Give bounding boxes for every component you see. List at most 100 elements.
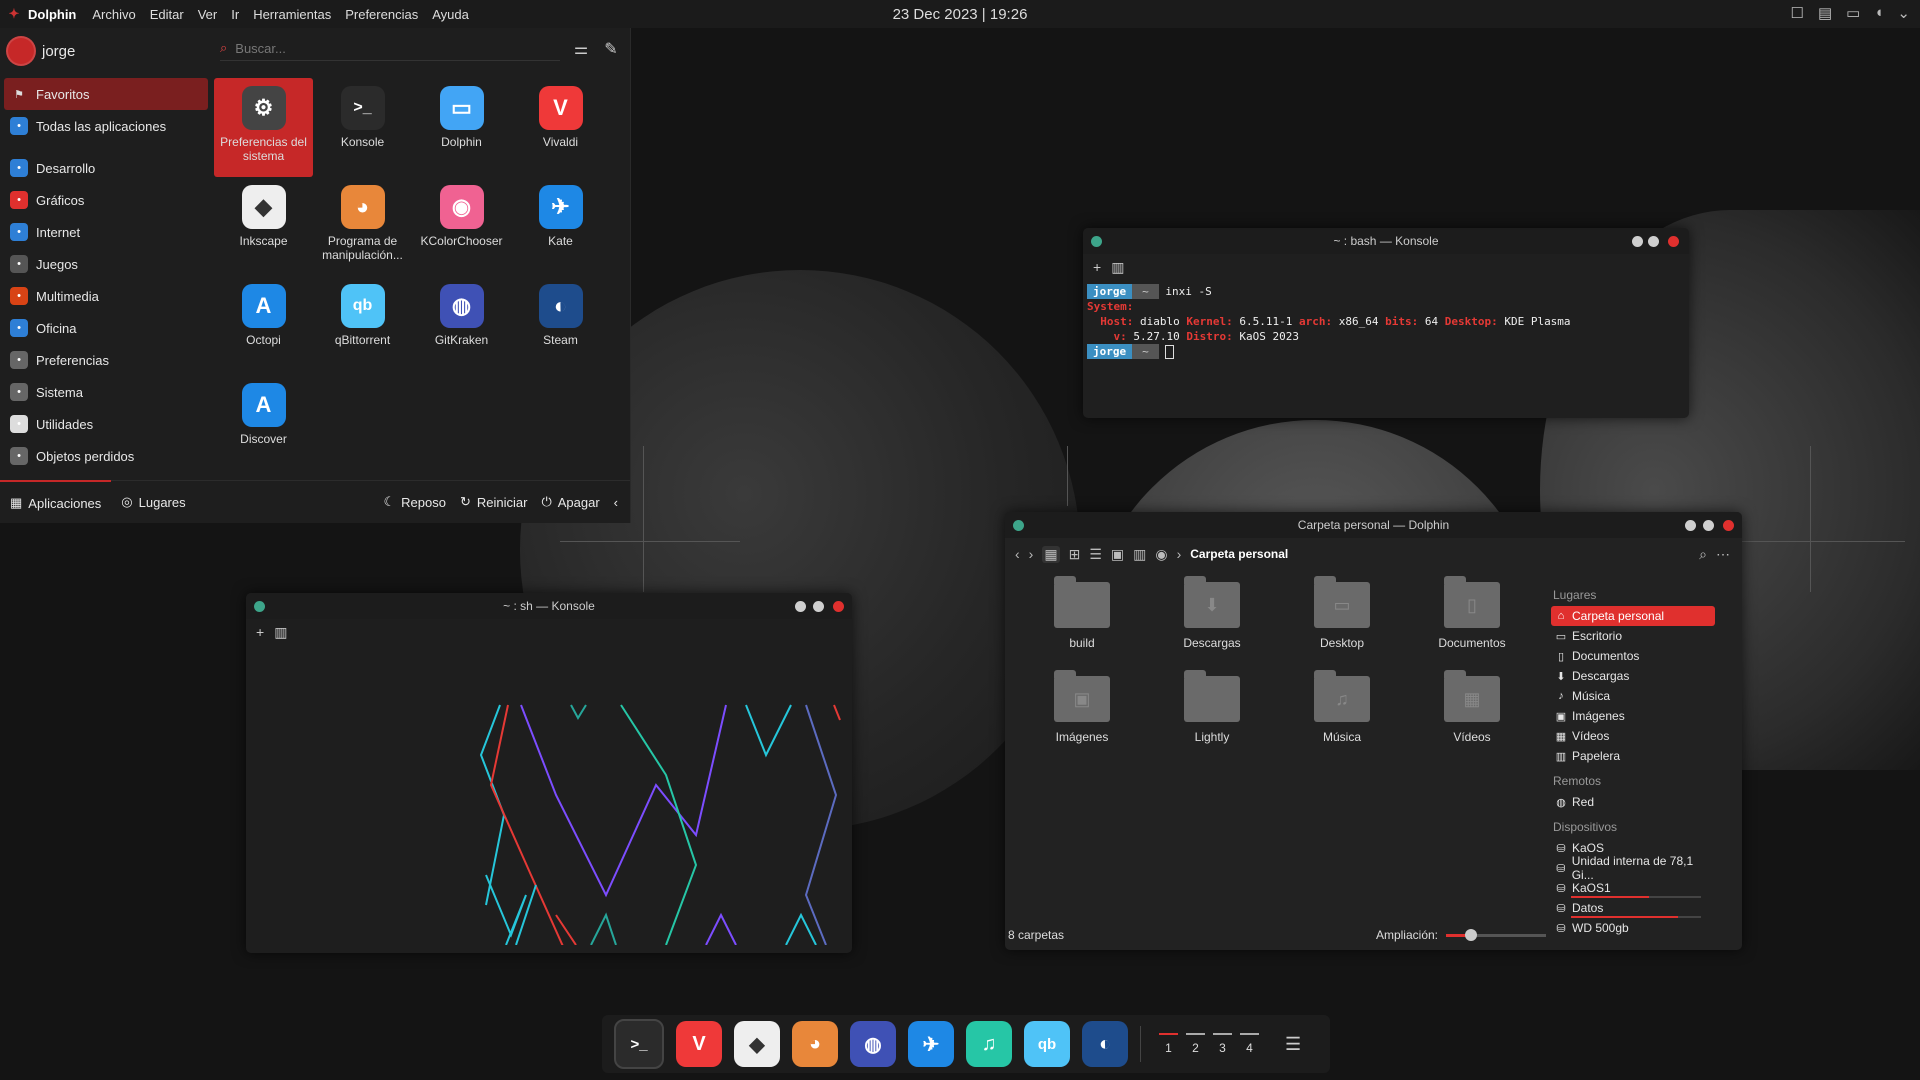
search-field[interactable]: ⌕ Buscar... bbox=[220, 36, 560, 61]
app-item[interactable]: A Discover bbox=[214, 375, 313, 474]
split-view-icon[interactable]: ▥ bbox=[274, 624, 287, 641]
desktop-3[interactable]: 3 bbox=[1213, 1033, 1232, 1055]
places-item[interactable]: ◍ Red bbox=[1551, 792, 1715, 812]
category-item[interactable]: • Todas las aplicaciones bbox=[4, 110, 208, 142]
kate-icon[interactable]: ✈ bbox=[908, 1021, 954, 1067]
maximize-button[interactable] bbox=[1632, 236, 1643, 247]
desktop-2[interactable]: 2 bbox=[1186, 1033, 1205, 1055]
category-item[interactable]: • Juegos bbox=[4, 248, 208, 280]
eye-icon[interactable]: ◉ bbox=[1155, 546, 1167, 563]
notifications-icon[interactable]: ☐ bbox=[1791, 4, 1804, 22]
title-bar[interactable]: ~ : sh — Konsole bbox=[246, 593, 852, 619]
icons-view-icon[interactable]: ▦ bbox=[1042, 545, 1060, 563]
title-bar[interactable]: ~ : bash — Konsole bbox=[1083, 228, 1689, 254]
desktop-1[interactable]: 1 bbox=[1159, 1033, 1178, 1055]
category-item[interactable]: • Oficina bbox=[4, 312, 208, 344]
terminal-output[interactable]: jorge ~ inxi -S System: Host: diablo Kern… bbox=[1083, 280, 1689, 363]
app-item[interactable]: ⚙ Preferencias del sistema bbox=[214, 78, 313, 177]
category-item[interactable]: • Internet bbox=[4, 216, 208, 248]
app-item[interactable]: V Vivaldi bbox=[511, 78, 610, 177]
restart-button[interactable]: ↻ Reiniciar bbox=[460, 494, 527, 510]
folder-item[interactable]: ♫ Música bbox=[1277, 670, 1407, 770]
vivaldi-icon[interactable]: V bbox=[676, 1021, 722, 1067]
breadcrumb[interactable]: Carpeta personal bbox=[1190, 547, 1288, 561]
leave-button[interactable]: ‹ bbox=[614, 495, 618, 510]
app-item[interactable]: qb qBittorrent bbox=[313, 276, 412, 375]
app-item[interactable]: ▭ Dolphin bbox=[412, 78, 511, 177]
menu-4[interactable]: Herramientas bbox=[253, 7, 331, 22]
pin-icon[interactable]: ✎ bbox=[598, 36, 624, 62]
details-view-icon[interactable]: ☰ bbox=[1089, 546, 1102, 563]
qbittorrent-icon[interactable]: qb bbox=[1024, 1021, 1070, 1067]
inkscape-icon[interactable]: ◆ bbox=[734, 1021, 780, 1067]
category-item[interactable]: • Desarrollo bbox=[4, 152, 208, 184]
shutdown-button[interactable]: ⏻ Apagar bbox=[541, 494, 599, 510]
zoom-slider[interactable] bbox=[1446, 928, 1546, 941]
category-item[interactable]: • Preferencias bbox=[4, 344, 208, 376]
places-item[interactable]: ▦ Vídeos bbox=[1551, 726, 1715, 746]
configure-icon[interactable]: ⚌ bbox=[568, 36, 594, 62]
minimize-button[interactable] bbox=[1685, 520, 1696, 531]
maximize-button[interactable] bbox=[813, 601, 824, 612]
split-icon[interactable]: ▥ bbox=[1133, 546, 1146, 563]
category-item[interactable]: • Gráficos bbox=[4, 184, 208, 216]
file-view[interactable]: build ⬇ Descargas ▭ Desktop ▯ Documentos ▣ Imáge… bbox=[1005, 572, 1535, 872]
minimize-button[interactable] bbox=[795, 601, 806, 612]
window-menu-icon[interactable] bbox=[254, 601, 265, 612]
forward-icon[interactable]: › bbox=[1029, 546, 1034, 562]
category-item[interactable]: • Objetos perdidos bbox=[4, 440, 208, 472]
places-item[interactable]: ▯ Documentos bbox=[1551, 646, 1715, 666]
menu-2[interactable]: Ver bbox=[198, 7, 218, 22]
app-item[interactable]: ◐ Steam bbox=[511, 276, 610, 375]
kaos-logo-icon[interactable]: ✦ bbox=[0, 6, 28, 22]
display-icon[interactable]: ▭ bbox=[1846, 4, 1860, 22]
tab-applications[interactable]: ▦ Aplicaciones bbox=[0, 480, 112, 524]
menu-3[interactable]: Ir bbox=[231, 7, 239, 22]
new-tab-icon[interactable]: + bbox=[1093, 259, 1101, 275]
app-item[interactable]: A Octopi bbox=[214, 276, 313, 375]
places-item[interactable]: ▭ Escritorio bbox=[1551, 626, 1715, 646]
places-item[interactable]: ⌂ Carpeta personal bbox=[1551, 606, 1715, 626]
new-tab-icon[interactable]: + bbox=[256, 624, 264, 640]
app-item[interactable]: ◆ Inkscape bbox=[214, 177, 313, 276]
app-item[interactable]: ◕ Programa de manipulación... bbox=[313, 177, 412, 276]
category-item[interactable]: • Multimedia bbox=[4, 280, 208, 312]
desktop-4[interactable]: 4 bbox=[1240, 1033, 1259, 1055]
places-item[interactable]: ⛁ Datos bbox=[1551, 898, 1715, 918]
places-item[interactable]: ▥ Papelera bbox=[1551, 746, 1715, 766]
clipboard-icon[interactable]: ▤ bbox=[1818, 4, 1832, 22]
back-icon[interactable]: ‹ bbox=[1015, 546, 1020, 562]
folder-item[interactable]: build bbox=[1017, 576, 1147, 676]
preview-icon[interactable]: ▣ bbox=[1111, 546, 1124, 563]
search-icon[interactable]: ⌕ bbox=[1699, 546, 1707, 563]
menu-1[interactable]: Editar bbox=[150, 7, 184, 22]
folder-item[interactable]: Lightly bbox=[1147, 670, 1277, 770]
search-input[interactable]: Buscar... bbox=[235, 41, 286, 56]
folder-item[interactable]: ⬇ Descargas bbox=[1147, 576, 1277, 676]
terminal-pipes-animation[interactable] bbox=[246, 645, 852, 945]
places-item[interactable]: ♪ Música bbox=[1551, 686, 1715, 706]
sleep-button[interactable]: ☾ Reposo bbox=[383, 494, 445, 510]
places-item[interactable]: ⛁ WD 500gb bbox=[1551, 918, 1715, 938]
menu-5[interactable]: Preferencias bbox=[345, 7, 418, 22]
menu-icon[interactable]: ⋯ bbox=[1716, 546, 1730, 563]
chevron-down-icon[interactable]: ⌄ bbox=[1897, 4, 1910, 22]
gimp-icon[interactable]: ◕ bbox=[792, 1021, 838, 1067]
close-button[interactable] bbox=[833, 601, 844, 612]
compact-view-icon[interactable]: ⊞ bbox=[1069, 546, 1081, 563]
overview-icon[interactable]: ☰ bbox=[1285, 1034, 1301, 1055]
menu-0[interactable]: Archivo bbox=[92, 7, 135, 22]
app-item[interactable]: ✈ Kate bbox=[511, 177, 610, 276]
places-item[interactable]: ⬇ Descargas bbox=[1551, 666, 1715, 686]
folder-item[interactable]: ▦ Vídeos bbox=[1407, 670, 1537, 770]
folder-item[interactable]: ▭ Desktop bbox=[1277, 576, 1407, 676]
folder-item[interactable]: ▣ Imágenes bbox=[1017, 670, 1147, 770]
category-item[interactable]: ⚑ Favoritos bbox=[4, 78, 208, 110]
app-item[interactable]: >_ Konsole bbox=[313, 78, 412, 177]
minimize-button[interactable] bbox=[1648, 236, 1659, 247]
category-item[interactable]: • Sistema bbox=[4, 376, 208, 408]
window-menu-icon[interactable] bbox=[1013, 520, 1024, 531]
maximize-button[interactable] bbox=[1703, 520, 1714, 531]
app-item[interactable]: ◍ GitKraken bbox=[412, 276, 511, 375]
category-item[interactable]: • Utilidades bbox=[4, 408, 208, 440]
